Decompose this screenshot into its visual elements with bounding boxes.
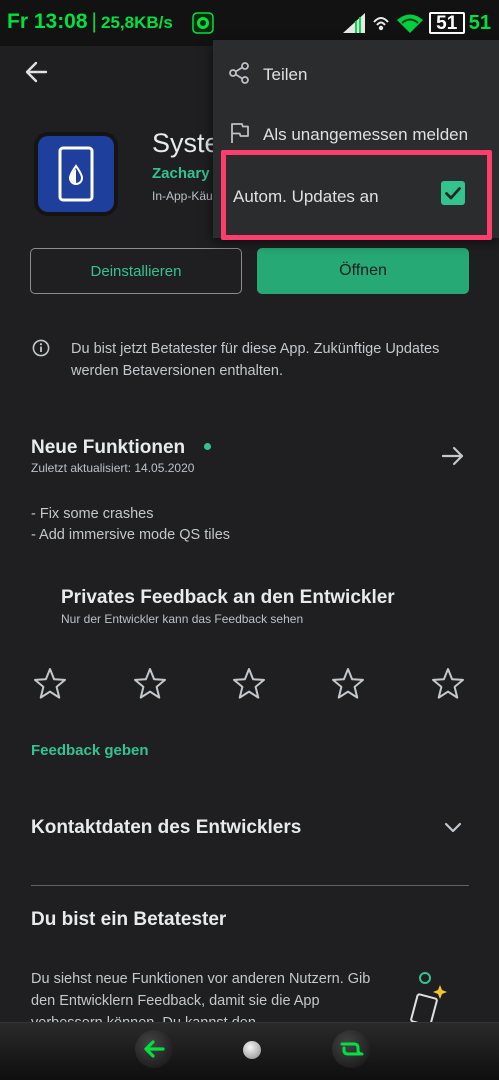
battery-display: 51: [436, 12, 458, 34]
app-icon: [34, 132, 118, 216]
status-net-speed: 25,8KB/s: [101, 13, 173, 32]
app-icon-tile: [38, 136, 114, 212]
status-right: 51 51: [341, 8, 491, 38]
status-time: Fr 13:08: [7, 10, 88, 33]
feedback-subtitle: Nur der Entwickler kann das Feedback seh…: [61, 612, 304, 626]
star-icon[interactable]: [133, 667, 167, 701]
hotspot-icon: [372, 17, 389, 31]
nav-back-icon: [144, 1040, 165, 1058]
give-feedback-link[interactable]: Feedback geben: [31, 742, 149, 759]
whats-new-notes: - Fix some crashes - Add immersive mode …: [31, 504, 230, 546]
nav-home-button[interactable]: [243, 1041, 261, 1059]
app-in-app-purchases: In-App-Käu: [152, 189, 213, 203]
section-divider: [31, 885, 469, 886]
star-icon[interactable]: [331, 667, 365, 701]
info-icon: [32, 339, 50, 357]
feedback-title: Privates Feedback an den Entwickler: [61, 587, 395, 608]
battery-percent: 51: [468, 11, 491, 34]
share-icon: [229, 62, 249, 84]
release-note: - Add immersive mode QS tiles: [31, 527, 231, 543]
arrow-left-icon[interactable]: [22, 58, 50, 86]
menu-label-share: Teilen: [263, 65, 308, 84]
star-icon[interactable]: [33, 667, 67, 701]
beta-tester-title: Du bist ein Betatester: [31, 909, 227, 930]
menu-item-report[interactable]: Als unangemessen melden: [213, 103, 499, 163]
new-indicator-dot: [204, 443, 211, 450]
overflow-menu: Teilen Als unangemessen melden Autom. Up…: [213, 40, 499, 238]
developer-contact-title[interactable]: Kontaktdaten des Entwicklers: [31, 817, 301, 839]
whats-new-title[interactable]: Neue Funktionen: [31, 437, 185, 459]
release-note: - Fix some crashes: [31, 506, 154, 522]
uninstall-button[interactable]: Deinstallieren: [30, 248, 242, 294]
shield-status-icon: [192, 12, 214, 34]
nav-recents-icon: [340, 1042, 364, 1056]
arrow-right-icon[interactable]: [440, 443, 466, 469]
navigation-bar: [0, 1022, 499, 1080]
phone-ink-icon: [58, 146, 94, 202]
flag-icon: [231, 123, 249, 143]
star-icon[interactable]: [232, 667, 266, 701]
signal-icon: [342, 13, 365, 33]
nav-back-button[interactable]: [135, 1030, 173, 1068]
open-button[interactable]: Öffnen: [257, 248, 469, 294]
checkmark-icon: [445, 187, 461, 200]
auto-update-checkbox[interactable]: [441, 181, 465, 205]
beta-illustration-icon: [410, 972, 447, 1024]
beta-tester-body: Du siehst neue Funktionen vor anderen Nu…: [31, 971, 371, 1022]
menu-item-share[interactable]: Teilen: [213, 43, 499, 103]
star-rating: [33, 667, 469, 703]
status-left: Fr 13:08 | 25,8KB/s: [7, 10, 173, 34]
app-title: Syste: [152, 128, 220, 158]
battery-icon: 51: [428, 12, 465, 34]
whats-new-updated: Zuletzt aktualisiert: 14.05.2020: [31, 461, 195, 475]
beta-notice-text: Du bist jetzt Betatester für diese App. …: [71, 341, 440, 379]
menu-label-auto-update: Autom. Updates an: [233, 187, 379, 206]
star-icon[interactable]: [431, 667, 465, 701]
menu-label-report: Als unangemessen melden: [263, 125, 469, 144]
chevron-down-icon[interactable]: [442, 819, 464, 837]
nav-recents-button[interactable]: [332, 1030, 370, 1068]
status-separator: |: [91, 10, 98, 33]
app-developer-link[interactable]: Zachary: [152, 165, 210, 182]
wifi-icon: [396, 14, 423, 33]
